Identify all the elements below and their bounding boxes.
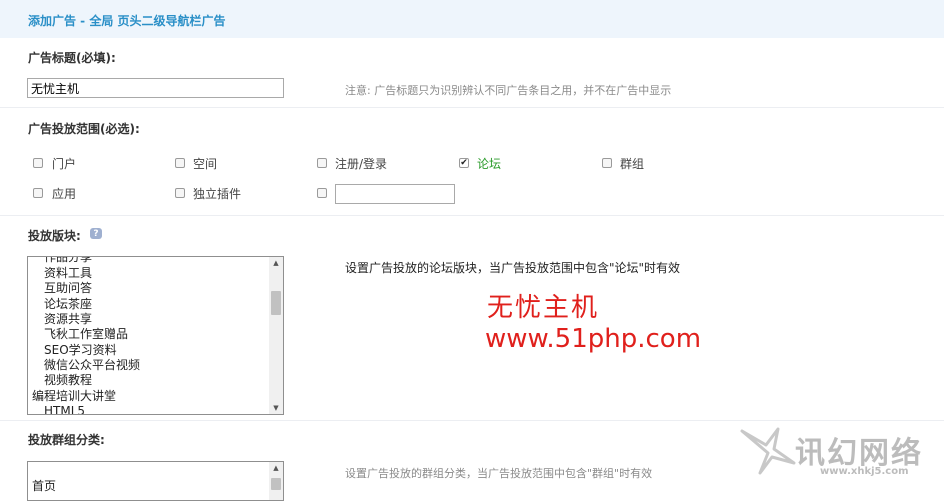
scope-checkbox-forum[interactable]: ✔ [459,158,469,168]
list-item[interactable]: 编程培训大讲堂 [32,389,116,404]
list-item[interactable]: 作品分享 [44,257,92,265]
watermark-url: www.51php.com [485,324,702,354]
scrollbar-thumb[interactable] [271,478,281,490]
scope-checkbox-app[interactable] [33,188,43,198]
scope-option-label: 注册/登录 [335,157,388,171]
scope-option-label: 门户 [52,157,77,171]
list-item[interactable]: 首页 [32,479,56,494]
scope-checkbox-custom[interactable] [317,188,327,198]
list-item[interactable]: 视频教程 [44,373,92,388]
scope-checkbox-group[interactable] [602,158,612,168]
list-item[interactable]: 互助问答 [44,281,92,296]
scope-option-label: 空间 [193,157,218,171]
scope-checkbox-plugin[interactable] [175,188,185,198]
groups-listbox[interactable]: 首页 ▲ [27,461,284,501]
scope-option-label: 应用 [52,187,77,201]
scope-checkbox-space[interactable] [175,158,185,168]
list-item[interactable]: 飞秋工作室赠品 [44,327,128,342]
divider [0,215,944,216]
check-icon: ✔ [460,157,468,168]
scope-custom-input[interactable] [335,184,455,204]
list-item[interactable]: 论坛茶座 [44,297,92,312]
scope-option-label: 独立插件 [193,187,242,201]
groups-scrollbar[interactable]: ▲ [269,462,283,500]
groups-note: 设置广告投放的群组分类，当广告投放范围中包含"群组"时有效 [345,467,653,480]
divider [0,420,944,421]
scope-label: 广告投放范围(必选): [28,122,140,136]
ad-title-label: 广告标题(必填): [28,51,116,65]
help-icon[interactable]: ? [90,228,102,239]
divider [0,107,944,108]
scope-checkbox-portal[interactable] [33,158,43,168]
scroll-up-icon[interactable]: ▲ [269,257,283,269]
scrollbar-thumb[interactable] [271,291,281,315]
ad-title-input[interactable] [27,78,284,98]
forums-scrollbar[interactable]: ▲ ▼ [269,257,283,414]
scope-checkbox-register[interactable] [317,158,327,168]
forums-listbox[interactable]: 作品分享 资料工具 互助问答 论坛茶座 资源共享 飞秋工作室赠品 SEO学习资料… [27,256,284,415]
scope-option-label: 论坛 [477,157,502,171]
ad-title-note: 注意: 广告标题只为识别辨认不同广告条目之用，并不在广告中显示 [345,84,672,97]
list-item[interactable]: 资料工具 [44,266,92,281]
groups-label: 投放群组分类: [28,433,105,447]
list-item[interactable]: HTML5 [44,404,85,414]
watermark-title: 无忧主机 [487,293,600,323]
scroll-down-icon[interactable]: ▼ [269,402,283,414]
list-item[interactable]: 资源共享 [44,312,92,327]
bird-logo-icon [740,427,796,475]
corner-watermark-url: www.xhkj5.com [820,466,909,477]
list-item[interactable]: SEO学习资料 [44,343,117,358]
page-title: 添加广告 - 全局 页头二级导航栏广告 [28,14,226,28]
forums-note: 设置广告投放的论坛版块，当广告投放范围中包含"论坛"时有效 [345,261,681,275]
list-item[interactable]: 微信公众平台视频 [44,358,140,373]
scope-option-label: 群组 [620,157,645,171]
scroll-up-icon[interactable]: ▲ [269,462,283,474]
forums-label: 投放版块: [28,229,81,243]
